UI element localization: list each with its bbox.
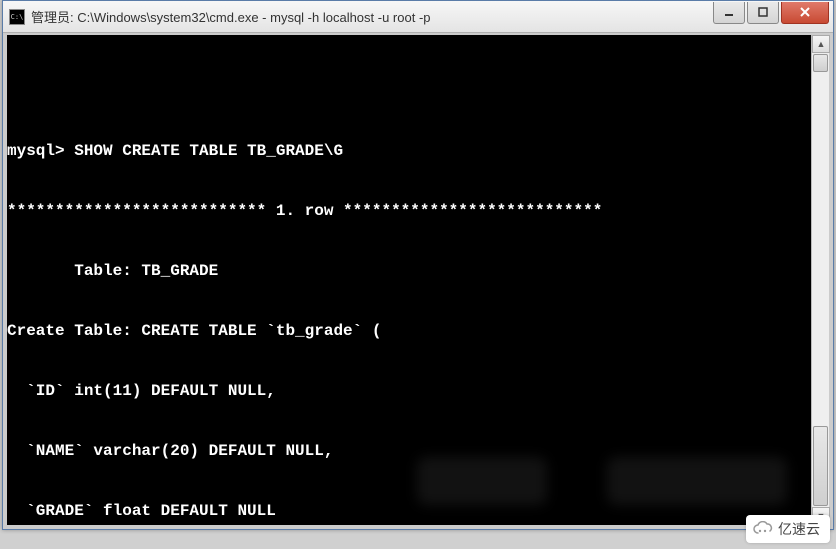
window-controls xyxy=(711,2,829,24)
app-window: C:\ 管理员: C:\Windows\system32\cmd.exe - m… xyxy=(2,0,834,530)
close-button[interactable] xyxy=(781,2,829,24)
watermark-blur xyxy=(417,457,547,505)
watermark-blur xyxy=(607,457,787,505)
scroll-thumb-top[interactable] xyxy=(813,54,828,72)
scroll-thumb-bottom[interactable] xyxy=(813,426,828,506)
terminal-line: *************************** 1. row *****… xyxy=(7,201,829,221)
brand-text: 亿速云 xyxy=(778,519,820,539)
brand-badge: 亿速云 xyxy=(746,515,830,543)
maximize-button[interactable] xyxy=(747,2,779,24)
cloud-icon xyxy=(752,521,774,537)
minimize-icon xyxy=(724,7,734,17)
terminal-line: Table: TB_GRADE xyxy=(7,261,829,281)
vertical-scrollbar[interactable]: ▲ ▼ xyxy=(811,35,829,525)
terminal-line: `ID` int(11) DEFAULT NULL, xyxy=(7,381,829,401)
maximize-icon xyxy=(758,7,768,17)
console-frame: mysql> SHOW CREATE TABLE TB_GRADE\G ****… xyxy=(3,33,833,529)
close-icon xyxy=(799,7,811,17)
titlebar[interactable]: C:\ 管理员: C:\Windows\system32\cmd.exe - m… xyxy=(3,1,833,33)
scroll-up-button[interactable]: ▲ xyxy=(812,35,830,53)
window-title: 管理员: C:\Windows\system32\cmd.exe - mysql… xyxy=(31,7,711,26)
terminal-cropped-top xyxy=(7,75,829,101)
cmd-icon: C:\ xyxy=(9,9,25,25)
terminal-line: Create Table: CREATE TABLE `tb_grade` ( xyxy=(7,321,829,341)
terminal[interactable]: mysql> SHOW CREATE TABLE TB_GRADE\G ****… xyxy=(7,35,829,525)
terminal-line: mysql> SHOW CREATE TABLE TB_GRADE\G xyxy=(7,141,829,161)
minimize-button[interactable] xyxy=(713,2,745,24)
